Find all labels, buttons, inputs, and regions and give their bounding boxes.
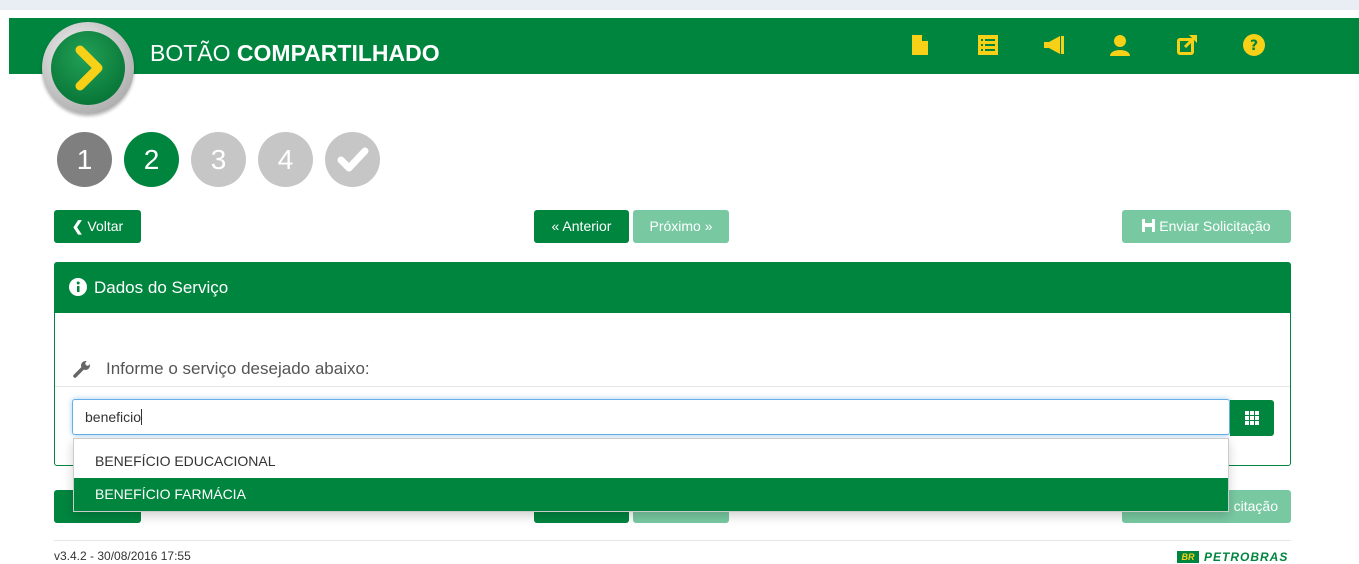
- list-icon[interactable]: [976, 33, 1000, 57]
- app-title-bold: COMPARTILHADO: [236, 40, 440, 66]
- submit-request-label: Enviar Solicitação: [1159, 218, 1271, 234]
- step-3[interactable]: 3: [191, 132, 246, 187]
- next-button-label: Próximo »: [649, 218, 713, 234]
- autocomplete-option-highlighted[interactable]: BENEFÍCIO FARMÁCIA: [74, 478, 1228, 511]
- step-1[interactable]: 1: [57, 132, 112, 187]
- back-button[interactable]: ❮ Voltar: [54, 210, 141, 243]
- svg-text:?: ?: [1250, 38, 1258, 54]
- chevron-left-icon: ❮: [71, 218, 84, 234]
- step-3-label: 3: [210, 144, 227, 175]
- step-4[interactable]: 4: [258, 132, 313, 187]
- autocomplete-dropdown: BENEFÍCIO EDUCACIONAL BENEFÍCIO FARMÁCIA: [73, 438, 1229, 512]
- info-icon: [69, 278, 87, 301]
- previous-button[interactable]: « Anterior: [534, 210, 629, 243]
- text-cursor: [141, 409, 143, 425]
- option-label: BENEFÍCIO EDUCACIONAL: [95, 453, 276, 469]
- company-name: PETROBRAS: [1204, 550, 1289, 564]
- footer-divider: [54, 540, 1291, 541]
- search-value: beneficio: [85, 409, 142, 425]
- wrench-icon: [73, 360, 91, 383]
- step-2-label: 2: [143, 144, 160, 175]
- app-title-light: BOTÃO: [150, 40, 231, 66]
- chevron-right-icon: [75, 45, 103, 91]
- panel-title: Dados do Serviço: [94, 278, 229, 297]
- save-icon: [1142, 211, 1156, 244]
- service-search-input[interactable]: beneficio: [72, 399, 1230, 435]
- back-button-label: Voltar: [87, 218, 124, 234]
- app-logo[interactable]: [42, 22, 134, 114]
- service-grid-button[interactable]: [1230, 400, 1274, 436]
- divider: [55, 386, 1290, 387]
- step-2[interactable]: 2: [124, 132, 179, 187]
- help-icon[interactable]: ?: [1242, 33, 1266, 57]
- br-badge: BR: [1177, 551, 1199, 563]
- panel-header: Dados do Serviço: [55, 263, 1290, 313]
- submit-request-button[interactable]: Enviar Solicitação: [1122, 210, 1291, 243]
- megaphone-icon[interactable]: [1042, 33, 1066, 57]
- step-4-label: 4: [277, 144, 294, 175]
- grid-icon: [1245, 411, 1259, 425]
- user-icon[interactable]: [1108, 33, 1132, 57]
- autocomplete-option[interactable]: BENEFÍCIO EDUCACIONAL: [74, 445, 1228, 478]
- step-finish[interactable]: [325, 132, 380, 187]
- external-link-icon[interactable]: [1175, 33, 1199, 57]
- app-title: BOTÃO COMPARTILHADO: [150, 40, 440, 66]
- top-strip: [0, 0, 1359, 10]
- next-button[interactable]: Próximo »: [633, 210, 729, 243]
- submit-request-bottom-label: citação: [1233, 498, 1278, 514]
- document-icon[interactable]: [908, 33, 932, 57]
- check-icon: [337, 147, 369, 172]
- step-1-label: 1: [76, 144, 93, 175]
- version-info: v3.4.2 - 30/08/2016 17:55: [54, 549, 191, 563]
- previous-button-label: « Anterior: [551, 218, 612, 234]
- service-prompt: Informe o serviço desejado abaixo:: [106, 359, 370, 378]
- option-label: BENEFÍCIO FARMÁCIA: [95, 486, 246, 502]
